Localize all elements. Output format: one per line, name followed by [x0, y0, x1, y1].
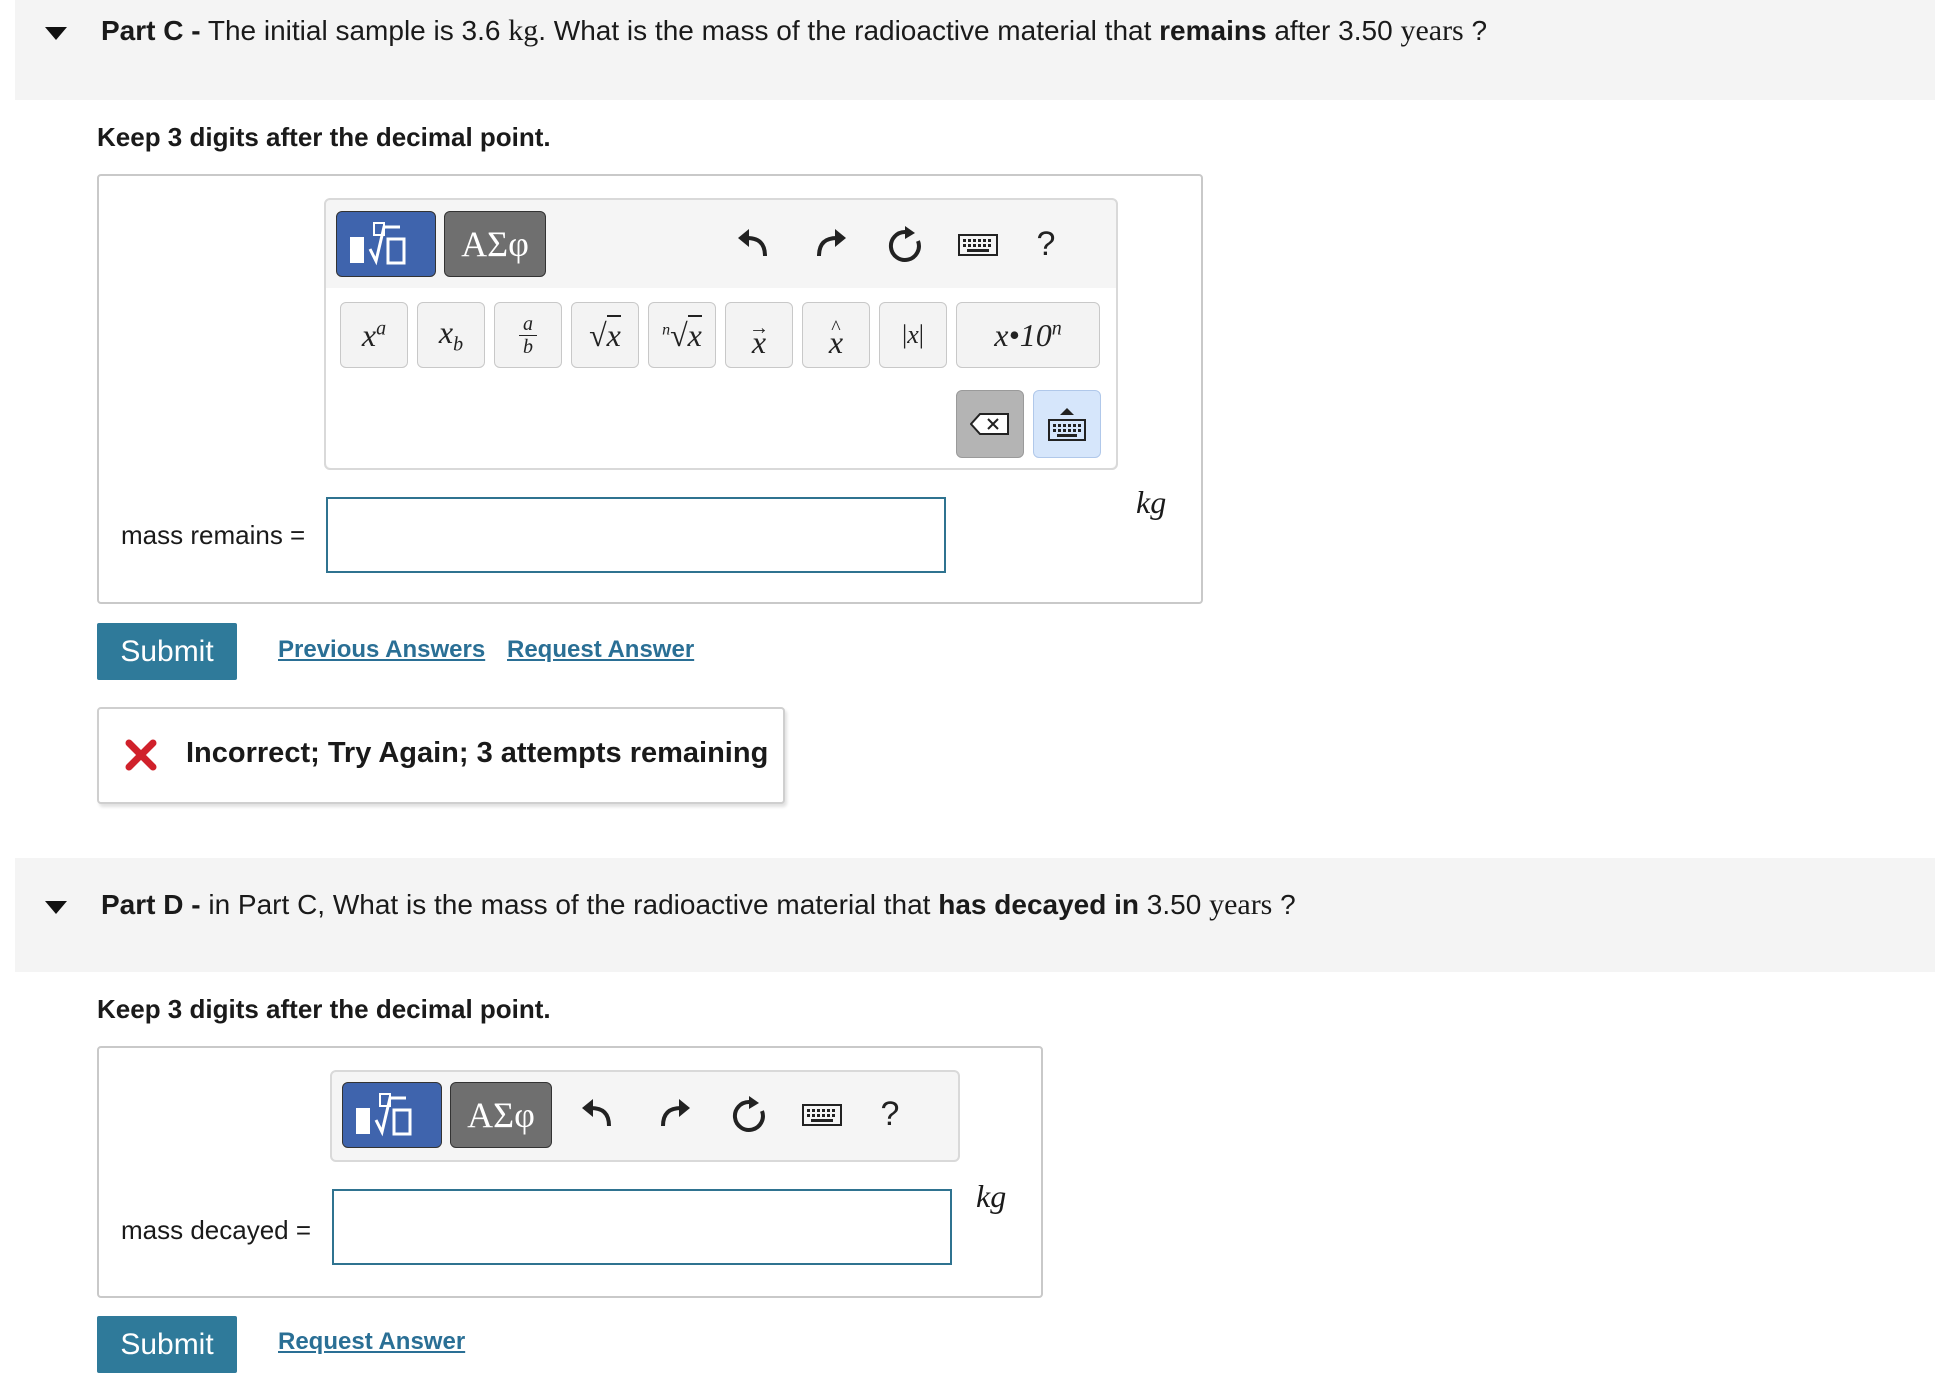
greek-symbols-button[interactable]: ΑΣφ — [450, 1082, 552, 1148]
keyboard-icon[interactable] — [956, 228, 1000, 262]
part-c-instruction: Keep 3 digits after the decimal point. — [97, 122, 551, 152]
mass-remains-input[interactable] — [326, 497, 946, 573]
subscript-key[interactable]: xb — [417, 302, 485, 368]
previous-answers-link[interactable]: Previous Answers — [278, 636, 485, 664]
math-toolbar: ΑΣφ ? xa xb ab √x n√x → x ^ x |x| x•10n — [324, 198, 1118, 470]
mass-decayed-unit: kg — [976, 1178, 1007, 1214]
part-d-instruction: Keep 3 digits after the decimal point. — [97, 994, 551, 1024]
scientific-notation-key[interactable]: x•10n — [956, 302, 1100, 368]
templates-mode-button[interactable] — [336, 211, 436, 277]
part-c-request-answer-link[interactable]: Request Answer — [507, 636, 694, 664]
redo-icon[interactable] — [809, 222, 853, 266]
part-c-header: Part C - The initial sample is 3.6 kg. W… — [15, 0, 1935, 100]
reset-icon[interactable] — [881, 222, 929, 270]
collapse-caret-icon[interactable] — [45, 901, 67, 914]
nth-root-key[interactable]: n√x — [648, 302, 716, 368]
mass-decayed-label: mass decayed = — [121, 1215, 312, 1245]
absolute-value-key[interactable]: |x| — [879, 302, 947, 368]
reset-icon[interactable] — [725, 1092, 773, 1140]
part-c-answer-box: ΑΣφ ? xa xb ab √x n√x → x ^ x |x| x•10n … — [97, 174, 1203, 604]
templates-icon — [350, 222, 406, 266]
backspace-icon — [970, 413, 1009, 435]
keyboard-icon[interactable] — [800, 1098, 844, 1132]
part-d-question: Part D - in Part C, What is the mass of … — [101, 888, 1296, 921]
templates-mode-button[interactable] — [342, 1082, 442, 1148]
undo-icon[interactable] — [731, 222, 775, 266]
incorrect-x-icon — [125, 739, 157, 771]
part-d-answer-box: ΑΣφ ? mass decayed = kg — [97, 1046, 1043, 1298]
keyboard-toggle-key[interactable] — [1033, 390, 1101, 458]
greek-symbols-button[interactable]: ΑΣφ — [444, 211, 546, 277]
fraction-key[interactable]: ab — [494, 302, 562, 368]
keyboard-up-icon — [1048, 408, 1086, 441]
help-button[interactable]: ? — [1026, 220, 1066, 268]
backspace-key[interactable] — [956, 390, 1024, 458]
feedback-message: Incorrect; Try Again; 3 attempts remaini… — [186, 737, 769, 769]
part-d-request-answer-link[interactable]: Request Answer — [278, 1328, 465, 1356]
math-toolbar: ΑΣφ ? — [330, 1070, 960, 1162]
vector-key[interactable]: → x — [725, 302, 793, 368]
help-button[interactable]: ? — [870, 1090, 910, 1138]
collapse-caret-icon[interactable] — [45, 27, 67, 40]
part-d-submit-button[interactable]: Submit — [97, 1316, 237, 1373]
undo-icon[interactable] — [575, 1092, 619, 1136]
unit-vector-key[interactable]: ^ x — [802, 302, 870, 368]
feedback-panel: Incorrect; Try Again; 3 attempts remaini… — [97, 707, 785, 804]
templates-icon — [356, 1093, 412, 1137]
mass-decayed-input[interactable] — [332, 1189, 952, 1265]
part-c-question: Part C - The initial sample is 3.6 kg. W… — [101, 14, 1488, 47]
part-c-submit-button[interactable]: Submit — [97, 623, 237, 680]
mass-remains-unit: kg — [1136, 484, 1167, 520]
part-d-header: Part D - in Part C, What is the mass of … — [15, 858, 1935, 972]
square-root-key[interactable]: √x — [571, 302, 639, 368]
mass-remains-label: mass remains = — [121, 520, 306, 550]
redo-icon[interactable] — [653, 1092, 697, 1136]
superscript-key[interactable]: xa — [340, 302, 408, 368]
